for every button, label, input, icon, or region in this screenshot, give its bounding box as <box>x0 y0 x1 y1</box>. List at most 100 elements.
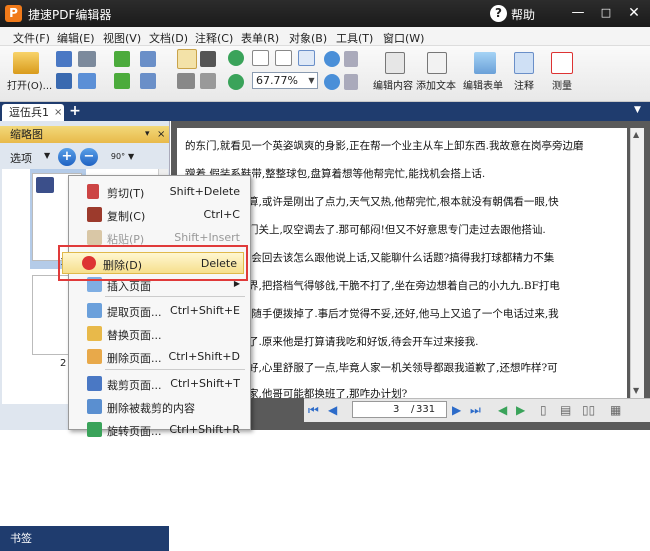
close-window-button[interactable]: ✕ <box>624 4 644 22</box>
back-icon[interactable] <box>114 51 130 67</box>
menu-annotate[interactable]: 注释(C) <box>195 30 233 46</box>
new-tab-icon[interactable]: + <box>68 104 82 118</box>
menu-item-extract-pages[interactable]: 提取页面... Ctrl+Shift+E <box>69 300 250 322</box>
menu-item-label: 裁剪页面... <box>107 379 162 392</box>
actual-size-icon[interactable] <box>252 50 269 66</box>
panel-close-icon[interactable]: × <box>157 126 165 143</box>
rotate-cw-icon[interactable] <box>228 50 244 66</box>
two-page-icon[interactable]: ▯▯ <box>582 403 595 417</box>
toolbar: 打开(O)... 编辑内容 添加文本 编辑表单 注释 测量 <box>0 46 650 102</box>
email-icon[interactable] <box>78 73 96 89</box>
menu-item-shortcut: Ctrl+Shift+T <box>170 377 240 390</box>
minimize-button[interactable]: — <box>568 4 588 22</box>
help-icon[interactable]: ? <box>490 5 507 22</box>
rotate-thumb-button[interactable]: 90° <box>108 148 128 166</box>
document-tab-bar: 逗伍兵1 × + ▼ <box>0 102 650 121</box>
menu-item-label: 复制(C) <box>107 210 146 223</box>
menu-tools[interactable]: 工具(T) <box>336 30 373 46</box>
thumb-zoom-out-icon[interactable]: − <box>80 148 98 166</box>
menu-file[interactable]: 文件(F) <box>13 30 50 46</box>
zoom-tool-icon[interactable] <box>200 73 216 89</box>
maximize-button[interactable]: □ <box>596 4 616 22</box>
continuous-page-icon[interactable]: ▤ <box>560 403 571 417</box>
continuous-view-icon[interactable] <box>344 74 358 90</box>
thumb-zoom-in-icon[interactable]: + <box>58 148 76 166</box>
document-tab[interactable]: 逗伍兵1 × <box>2 104 64 121</box>
scroll-up-icon[interactable]: ▲ <box>633 130 639 139</box>
print-icon[interactable] <box>78 51 96 67</box>
menu-item-crop-pages[interactable]: 裁剪页面... Ctrl+Shift+T <box>69 373 250 395</box>
hand-tool-icon[interactable] <box>177 49 197 69</box>
annotate-button[interactable]: 注释 <box>508 48 538 98</box>
last-page-icon[interactable]: ⏭ <box>470 403 481 417</box>
edit-form-button[interactable]: 编辑表单 <box>461 48 505 98</box>
menu-item-delete-pages[interactable]: 删除页面... Ctrl+Shift+D <box>69 346 250 368</box>
edit-content-icon <box>385 52 405 74</box>
menu-item-remove-cropped[interactable]: 删除被裁剪的内容 <box>69 396 250 418</box>
select-text-icon[interactable] <box>200 51 216 67</box>
menu-view[interactable]: 视图(V) <box>103 30 141 46</box>
measure-button[interactable]: 测量 <box>546 48 576 98</box>
panel-header: 缩略图 ▾ × <box>0 126 169 143</box>
next-page-icon[interactable]: ▶ <box>452 403 461 417</box>
thumbnail-image <box>36 177 54 193</box>
annotate-icon <box>514 52 534 74</box>
remove-cropped-icon <box>87 399 102 414</box>
tab-close-icon[interactable]: × <box>54 104 62 121</box>
snapshot-icon[interactable] <box>177 73 195 89</box>
annotate-label: 注释 <box>514 81 534 92</box>
page-view-icon[interactable] <box>344 51 358 67</box>
menu-item-label: 旋转页面... <box>107 425 162 438</box>
rotate-ccw-icon[interactable] <box>228 74 244 90</box>
menu-separator <box>105 369 245 370</box>
menu-item-shortcut: Ctrl+Shift+D <box>168 350 240 363</box>
first-page-icon[interactable]: ⏮ <box>308 403 319 417</box>
menu-item-shortcut: Delete <box>200 257 237 270</box>
bookmarks-tab[interactable]: 书签 <box>0 526 169 551</box>
menu-document[interactable]: 文档(D) <box>149 30 188 46</box>
menu-edit[interactable]: 编辑(E) <box>57 30 95 46</box>
menu-item-copy[interactable]: 复制(C) Ctrl+C <box>69 204 250 226</box>
go-back-icon[interactable]: ◀ <box>498 403 507 417</box>
zoom-out-icon[interactable] <box>324 74 340 90</box>
menu-item-rotate-pages[interactable]: 旋转页面... Ctrl+Shift+R <box>69 419 250 441</box>
redo-icon[interactable] <box>140 73 156 89</box>
menu-form[interactable]: 表单(R) <box>241 30 279 46</box>
document-scrollbar[interactable]: ▲ ▼ <box>630 128 644 398</box>
edit-content-button[interactable]: 编辑内容 <box>372 48 414 98</box>
open-button[interactable]: 打开(O)... <box>4 48 52 98</box>
go-forward-icon[interactable]: ▶ <box>516 403 525 417</box>
panel-menu-icon[interactable]: ▾ <box>145 126 150 143</box>
copy-icon <box>87 207 102 222</box>
options-dropdown[interactable]: 选项 <box>10 150 32 166</box>
menu-item-label: 提取页面... <box>107 306 162 319</box>
menu-item-delete[interactable]: 删除(D) Delete <box>62 252 244 274</box>
undo-icon[interactable] <box>140 51 156 67</box>
page-number-field[interactable]: 3 / 331 <box>352 401 447 418</box>
fit-width-icon[interactable] <box>298 50 315 66</box>
menu-object[interactable]: 对象(B) <box>289 30 327 46</box>
rotate-caret-icon[interactable]: ▼ <box>128 152 134 161</box>
previous-page-icon[interactable]: ◀ <box>328 403 337 417</box>
delete-icon <box>82 256 96 270</box>
scroll-down-icon[interactable]: ▼ <box>633 386 639 395</box>
forward-icon[interactable] <box>114 73 130 89</box>
tab-list-icon[interactable]: ▼ <box>634 105 641 115</box>
current-page: 3 <box>393 404 400 415</box>
two-page-continuous-icon[interactable]: ▦ <box>610 403 621 417</box>
zoom-dropdown-icon[interactable]: ▼ <box>306 73 317 88</box>
save-as-icon[interactable] <box>56 73 72 89</box>
menu-window[interactable]: 窗口(W) <box>383 30 424 46</box>
fit-page-icon[interactable] <box>275 50 292 66</box>
single-page-icon[interactable]: ▯ <box>540 403 547 417</box>
menu-item-replace-pages[interactable]: 替换页面... <box>69 323 250 345</box>
save-icon[interactable] <box>56 51 72 67</box>
zoom-in-icon[interactable] <box>324 51 340 67</box>
highlight-annotation-box: 删除(D) Delete <box>58 245 248 281</box>
add-text-button[interactable]: 添加文本 <box>414 48 458 98</box>
help-button[interactable]: 帮助 <box>511 6 535 23</box>
rotate-angle: 90° <box>110 152 126 161</box>
menu-item-cut[interactable]: 剪切(T) Shift+Delete <box>69 181 250 203</box>
options-caret-icon[interactable]: ▼ <box>44 151 50 160</box>
context-menu: 剪切(T) Shift+Delete 复制(C) Ctrl+C 粘贴(P) Sh… <box>68 175 251 438</box>
